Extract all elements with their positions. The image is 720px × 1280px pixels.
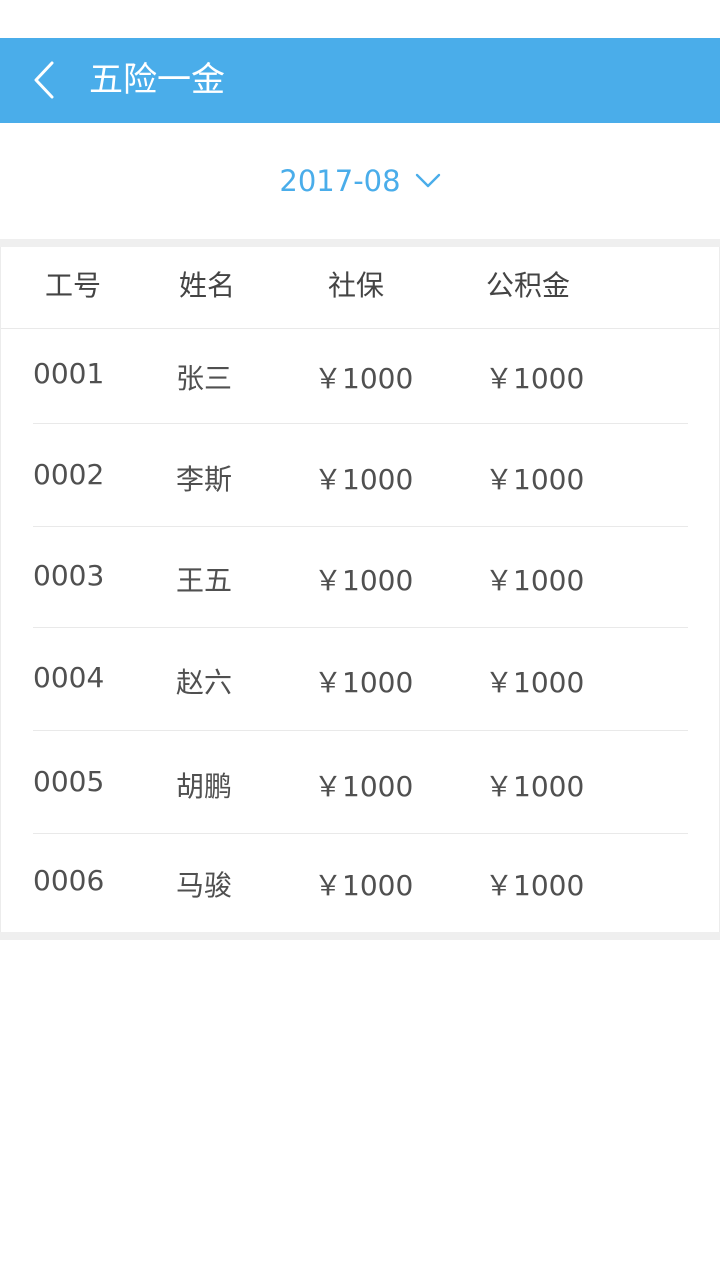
month-picker: 2017-08: [0, 123, 720, 239]
month-value: 2017-08: [279, 164, 401, 198]
cell-id: 0002: [33, 458, 105, 491]
cell-social: ￥1000: [314, 869, 414, 902]
cell-social: ￥1000: [314, 666, 414, 699]
cell-id: 0005: [33, 765, 105, 798]
column-header-fund: 公积金: [486, 269, 571, 302]
cell-fund: ￥1000: [485, 564, 585, 597]
page-title: 五险一金: [89, 60, 225, 100]
cell-social: ￥1000: [314, 362, 414, 395]
table-bottom-divider: [0, 932, 720, 940]
cell-fund: ￥1000: [485, 770, 585, 803]
cell-fund: ￥1000: [485, 869, 585, 902]
cell-name: 王五: [176, 564, 233, 597]
cell-social: ￥1000: [314, 564, 414, 597]
column-header-name: 姓名: [179, 269, 236, 302]
back-button[interactable]: [22, 58, 66, 102]
page: 五险一金 2017-08 工号 姓名 社保 公积金 0001 张三 ￥1000 …: [0, 0, 720, 1280]
chevron-down-icon: [415, 173, 441, 189]
section-divider: [0, 239, 720, 247]
cell-id: 0001: [33, 357, 105, 390]
cell-name: 张三: [176, 362, 233, 395]
table-row[interactable]: 0005 胡鹏 ￥1000 ￥1000: [1, 731, 719, 833]
table-row[interactable]: 0004 赵六 ￥1000 ￥1000: [1, 628, 719, 730]
cell-id: 0006: [33, 864, 105, 897]
cell-fund: ￥1000: [485, 666, 585, 699]
table-row[interactable]: 0003 王五 ￥1000 ￥1000: [1, 527, 719, 627]
cell-social: ￥1000: [314, 770, 414, 803]
chevron-left-icon: [32, 60, 56, 100]
cell-id: 0003: [33, 559, 105, 592]
column-header-id: 工号: [45, 269, 102, 302]
cell-name: 胡鹏: [176, 770, 233, 803]
cell-name: 赵六: [176, 666, 233, 699]
column-header-social: 社保: [328, 269, 385, 302]
cell-social: ￥1000: [314, 463, 414, 496]
table-row[interactable]: 0001 张三 ￥1000 ￥1000: [1, 329, 719, 423]
month-select[interactable]: 2017-08: [279, 164, 440, 198]
status-bar: [0, 0, 720, 38]
table-row[interactable]: 0002 李斯 ￥1000 ￥1000: [1, 424, 719, 526]
cell-name: 李斯: [176, 463, 233, 496]
table-row[interactable]: 0006 马骏 ￥1000 ￥1000: [1, 834, 719, 932]
payroll-table: 工号 姓名 社保 公积金 0001 张三 ￥1000 ￥1000 0002 李斯…: [0, 247, 720, 932]
cell-name: 马骏: [176, 869, 233, 902]
app-header: 五险一金: [0, 38, 720, 123]
cell-id: 0004: [33, 661, 105, 694]
cell-fund: ￥1000: [485, 463, 585, 496]
table-header: 工号 姓名 社保 公积金: [1, 247, 719, 329]
cell-fund: ￥1000: [485, 362, 585, 395]
